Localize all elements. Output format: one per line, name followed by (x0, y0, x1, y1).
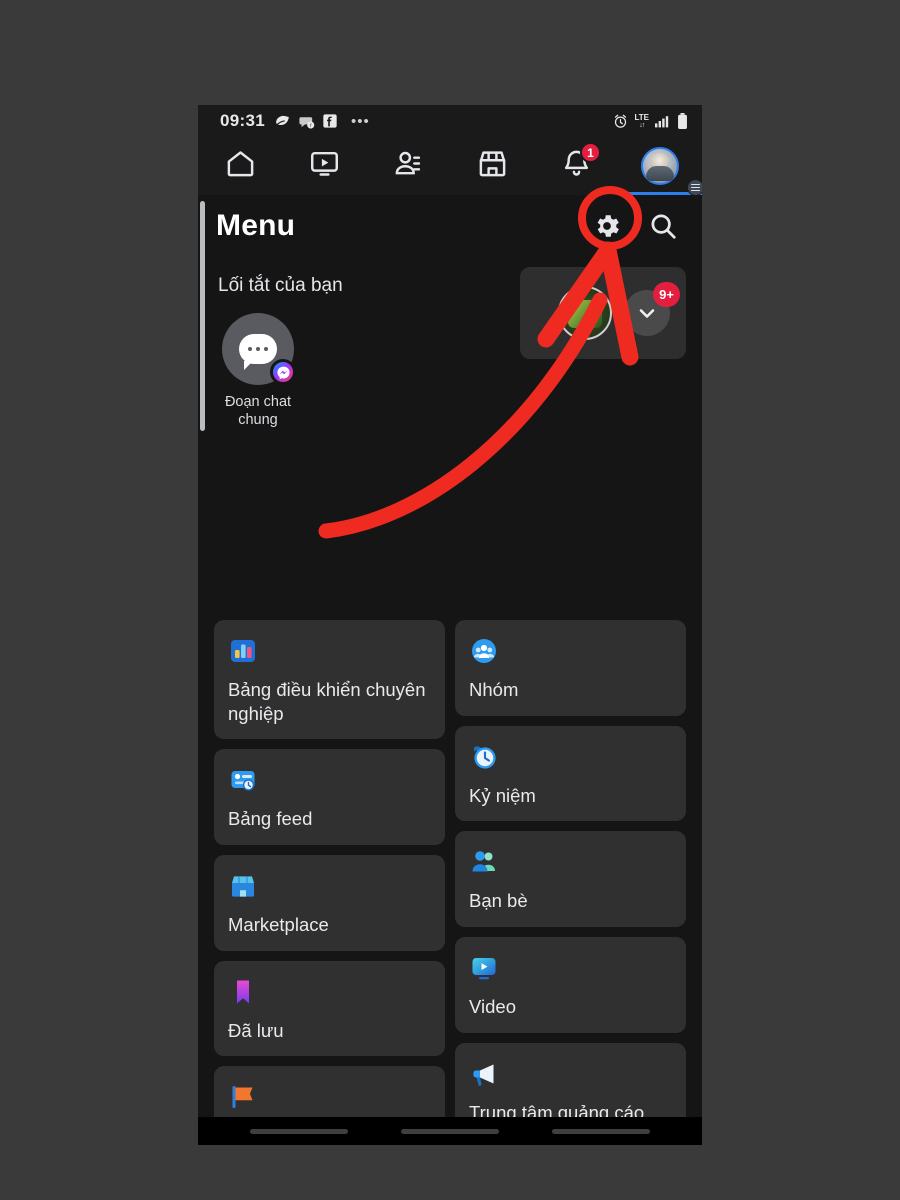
tile-memories[interactable]: Kỷ niệm (455, 725, 686, 822)
tile-friends[interactable]: Bạn bè (455, 831, 686, 928)
groups-icon (469, 636, 499, 666)
search-button[interactable] (646, 209, 680, 243)
leaf-app-icon (274, 113, 291, 130)
notifications-tab[interactable]: 1 (534, 137, 618, 195)
hamburger-menu-icon (687, 179, 702, 196)
tile-label: Đã lưu (228, 1019, 284, 1041)
lte-icon: LTE ↓↑ (634, 112, 649, 129)
tile-groups[interactable]: Nhóm (455, 620, 686, 716)
back-pill[interactable] (551, 1128, 650, 1134)
tile-ads-center[interactable]: Trung tâm quảng cáo (455, 1042, 686, 1117)
friends-tab[interactable] (366, 137, 450, 195)
status-right-icons: LTE ↓↑ (613, 113, 688, 129)
menu-tiles-grid: Bảng điều khiển chuyên nghiệp Bảng feed … (198, 620, 702, 1117)
status-bar: 09:31 f ••• LTE ↓↑ (198, 105, 702, 137)
group-chat-icon (222, 313, 296, 385)
android-gesture-bar (198, 1117, 702, 1145)
profile-avatar-icon (641, 147, 679, 185)
battery-icon (677, 113, 688, 129)
chevron-down-button[interactable]: 9+ (624, 282, 680, 336)
home-icon (225, 148, 256, 184)
notifications-badge: 1 (580, 142, 601, 163)
pages-flag-icon (228, 1082, 258, 1112)
marketplace-icon (477, 148, 508, 184)
menu-screen: Menu 9+ Lối tắt của bạn Đoạn chat chung … (198, 195, 702, 1117)
page-title: Menu (216, 209, 296, 242)
tiles-right-column: Nhóm Kỷ niệm Bạn bè Video Trung tâm quản… (455, 620, 686, 1117)
status-time: 09:31 (220, 111, 265, 130)
top-navigation-bar: 1 (198, 137, 702, 196)
gear-icon (597, 215, 619, 237)
tiles-left-column: Bảng điều khiển chuyên nghiệp Bảng feed … (214, 620, 445, 1117)
friends-icon (393, 148, 424, 184)
marketplace-store-icon (228, 871, 258, 901)
memories-clock-icon (469, 742, 499, 772)
video-tab[interactable] (282, 137, 366, 195)
tile-video[interactable]: Video (455, 937, 686, 1033)
menu-tab[interactable] (618, 137, 702, 196)
tile-feeds[interactable]: Bảng feed (214, 749, 445, 846)
friends-people-icon (469, 847, 499, 877)
ads-megaphone-icon (469, 1059, 499, 1089)
tile-label: Nhóm (469, 679, 519, 700)
tile-label: Video (469, 996, 516, 1018)
feeds-icon (228, 765, 258, 795)
tile-marketplace[interactable]: Marketplace (214, 855, 445, 951)
more-dots-icon: ••• (350, 112, 370, 130)
tile-label: Bạn bè (469, 890, 528, 912)
facebook-app-icon (322, 113, 338, 129)
shortcut-item-group-chat[interactable]: Đoạn chat chung (218, 313, 298, 429)
settings-button[interactable] (590, 209, 624, 243)
chevron-down-icon (639, 309, 655, 318)
menu-header: Menu (198, 195, 702, 257)
video-icon (309, 148, 340, 184)
chat-app-icon: f (298, 113, 315, 130)
alarm-icon (613, 114, 628, 129)
status-left-icons: f ••• (274, 113, 370, 130)
vertical-scrollbar[interactable] (200, 201, 205, 431)
story-avatar-icon (558, 286, 612, 340)
tile-label: Trung tâm quảng cáo (469, 1101, 645, 1117)
home-pill[interactable] (400, 1128, 499, 1134)
phone-screenshot-frame: 09:31 f ••• LTE ↓↑ 1 Menu 9+ Lối tắt của… (198, 105, 702, 1145)
tile-professional-dashboard[interactable]: Bảng điều khiển chuyên nghiệp (214, 620, 445, 740)
tile-saved[interactable]: Đã lưu (214, 960, 445, 1057)
home-tab[interactable] (198, 137, 282, 195)
search-icon (651, 214, 676, 239)
tile-label: Marketplace (228, 914, 329, 936)
professional-dashboard-icon (228, 636, 258, 666)
signal-bars-icon (655, 114, 671, 128)
tile-label: Kỷ niệm (469, 784, 536, 806)
header-actions (590, 209, 680, 243)
tile-pages[interactable]: Trang (214, 1066, 445, 1117)
video-play-icon (469, 953, 499, 983)
recents-pill[interactable] (250, 1128, 349, 1134)
chevron-badge: 9+ (653, 282, 680, 307)
messenger-icon (270, 359, 296, 385)
tile-label: Bảng điều khiển chuyên nghiệp (228, 679, 426, 724)
story-avatar-card[interactable]: 9+ (520, 267, 686, 359)
marketplace-tab[interactable] (450, 137, 534, 195)
saved-bookmark-icon (228, 977, 258, 1007)
shortcut-item-label: Đoạn chat chung (224, 394, 292, 429)
tile-label: Bảng feed (228, 808, 313, 830)
